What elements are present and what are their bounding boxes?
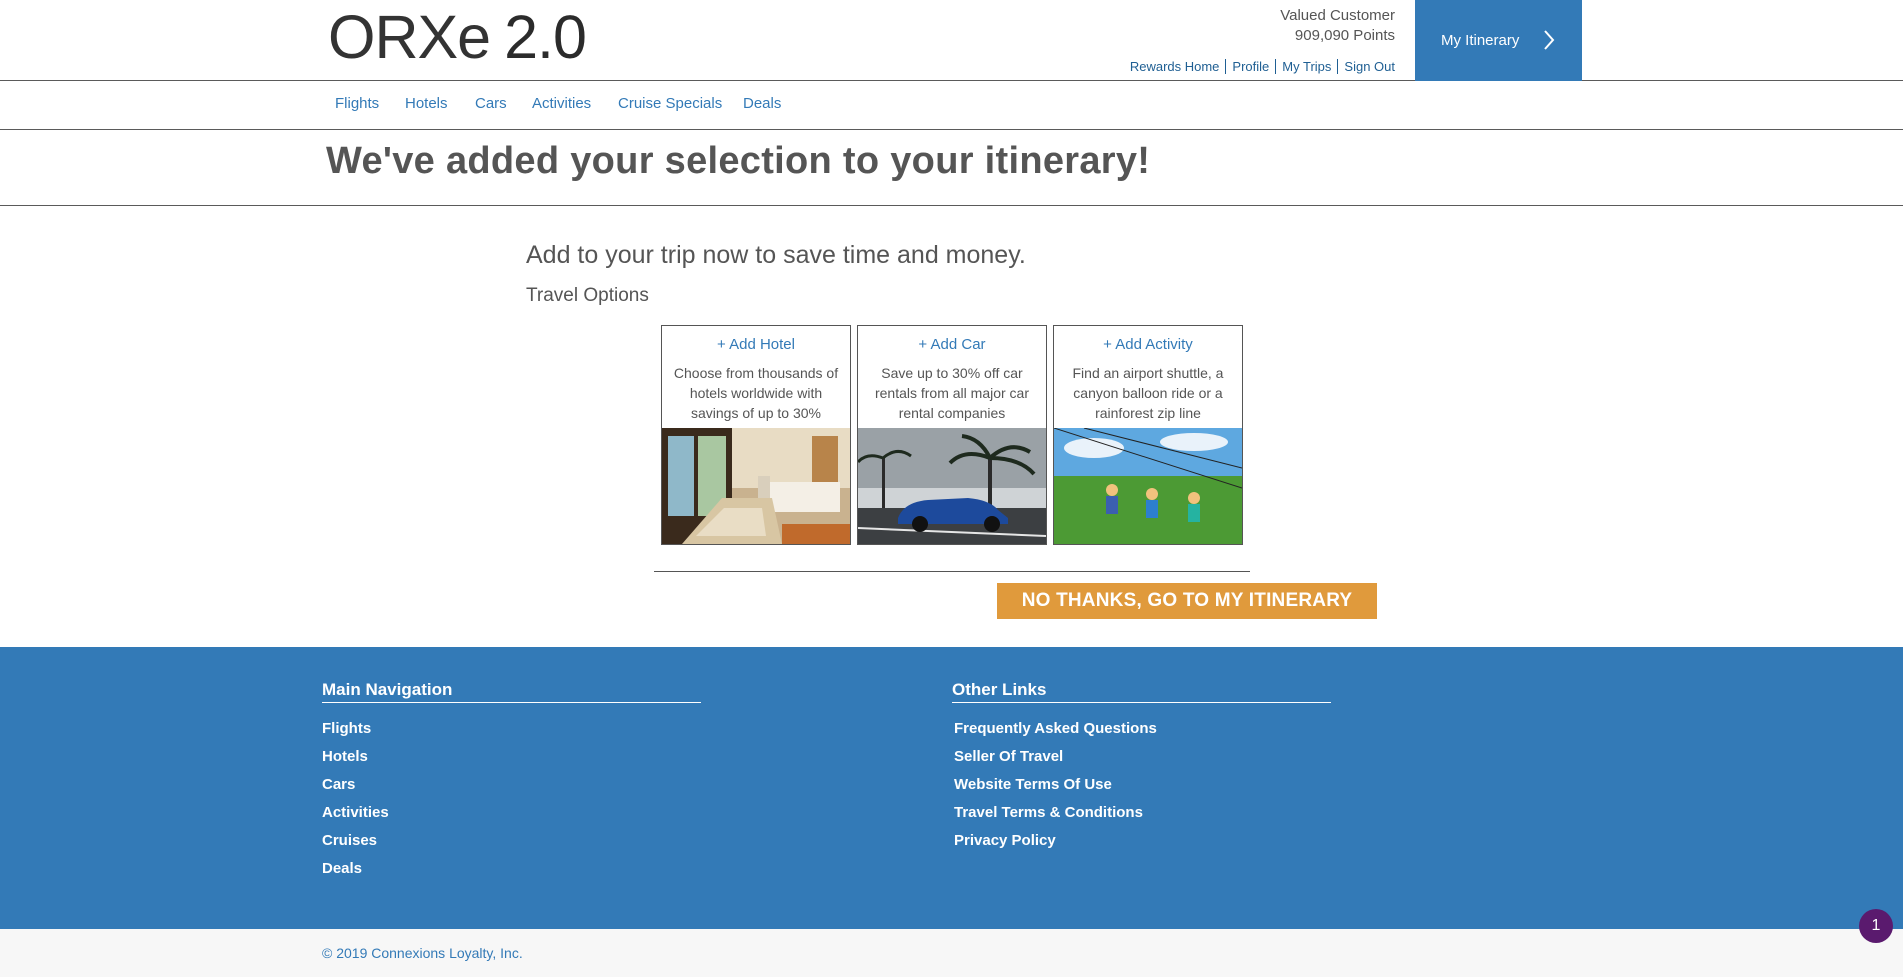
footer-link-cruises[interactable]: Cruises: [322, 827, 701, 855]
footer-other-links: Other Links Frequently Asked Questions S…: [952, 680, 1331, 855]
footer-link-activities[interactable]: Activities: [322, 799, 701, 827]
page-title: We've added your selection to your itine…: [326, 140, 1151, 182]
rewards-home-link[interactable]: Rewards Home: [1123, 59, 1227, 74]
main-nav: Flights Hotels Cars Activities Cruise Sp…: [0, 81, 1903, 130]
travel-options-label: Travel Options: [526, 285, 649, 306]
footer-main-nav: Main Navigation Flights Hotels Cars Acti…: [322, 680, 701, 883]
user-info: Valued Customer 909,090 Points: [1280, 6, 1395, 46]
my-itinerary-label: My Itinerary: [1441, 32, 1520, 49]
footer-link-hotels[interactable]: Hotels: [322, 743, 701, 771]
add-activity-card[interactable]: + Add Activity Find an airport shuttle, …: [1053, 325, 1243, 545]
footer-link-travel-terms[interactable]: Travel Terms & Conditions: [954, 799, 1331, 827]
add-hotel-description: Choose from thousands of hotels worldwid…: [673, 365, 839, 421]
nav-cars[interactable]: Cars: [475, 95, 507, 112]
my-itinerary-button[interactable]: My Itinerary: [1415, 0, 1582, 81]
section-divider: [654, 571, 1250, 572]
site-footer: Main Navigation Flights Hotels Cars Acti…: [0, 647, 1903, 929]
copyright-text: © 2019 Connexions Loyalty, Inc.: [322, 945, 523, 961]
blue-car-image[interactable]: [858, 428, 1046, 544]
user-name: Valued Customer: [1280, 7, 1395, 24]
orxe-logo[interactable]: ORXe 2.0: [328, 2, 587, 73]
footer-link-faq[interactable]: Frequently Asked Questions: [954, 715, 1331, 743]
logo-version-text: 2.0: [504, 3, 587, 71]
add-car-description: Save up to 30% off car rentals from all …: [874, 365, 1030, 421]
hotel-room-image[interactable]: [662, 428, 850, 544]
footer-main-nav-heading: Main Navigation: [322, 680, 701, 703]
add-hotel-link[interactable]: + Add Hotel: [662, 336, 850, 353]
logo-main-text: ORXe: [328, 3, 491, 71]
nav-cruise-specials[interactable]: Cruise Specials: [618, 95, 722, 112]
add-car-link[interactable]: + Add Car: [858, 336, 1046, 353]
upsell-subheading: Add to your trip now to save time and mo…: [526, 241, 1026, 269]
no-thanks-itinerary-button[interactable]: NO THANKS, GO TO MY ITINERARY: [997, 583, 1377, 619]
add-activity-link[interactable]: + Add Activity: [1054, 336, 1242, 353]
chevron-right-icon: [1544, 30, 1555, 50]
footer-link-seller-of-travel[interactable]: Seller Of Travel: [954, 743, 1331, 771]
nav-activities[interactable]: Activities: [532, 95, 591, 112]
add-activity-description: Find an airport shuttle, a canyon balloo…: [1072, 365, 1224, 421]
site-header: ORXe 2.0 Valued Customer 909,090 Points R…: [0, 0, 1903, 81]
footer-link-website-terms[interactable]: Website Terms Of Use: [954, 771, 1331, 799]
footer-link-privacy-policy[interactable]: Privacy Policy: [954, 827, 1331, 855]
copyright-bar: © 2019 Connexions Loyalty, Inc.: [0, 929, 1903, 977]
footer-link-flights[interactable]: Flights: [322, 715, 701, 743]
account-links: Rewards Home Profile My Trips Sign Out: [1123, 59, 1395, 74]
footer-other-links-heading: Other Links: [952, 680, 1331, 703]
footer-link-deals[interactable]: Deals: [322, 855, 701, 883]
sign-out-link[interactable]: Sign Out: [1338, 59, 1395, 74]
my-trips-link[interactable]: My Trips: [1276, 59, 1339, 74]
title-bar: We've added your selection to your itine…: [0, 130, 1903, 206]
nav-flights[interactable]: Flights: [335, 95, 379, 112]
zip-line-image[interactable]: [1054, 428, 1242, 544]
profile-link[interactable]: Profile: [1226, 59, 1277, 74]
notification-badge[interactable]: 1: [1859, 909, 1893, 943]
nav-deals[interactable]: Deals: [743, 95, 781, 112]
add-hotel-card[interactable]: + Add Hotel Choose from thousands of hot…: [661, 325, 851, 545]
points-balance: 909,090 Points: [1294, 27, 1395, 44]
add-car-card[interactable]: + Add Car Save up to 30% off car rentals…: [857, 325, 1047, 545]
nav-hotels[interactable]: Hotels: [405, 95, 448, 112]
footer-link-cars[interactable]: Cars: [322, 771, 701, 799]
